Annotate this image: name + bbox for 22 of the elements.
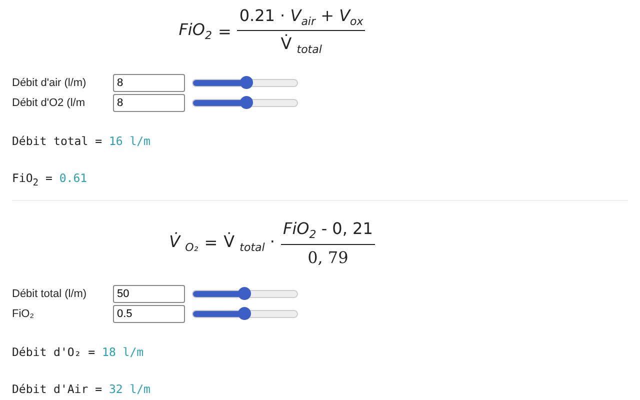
slider[interactable] [192,99,298,108]
result-label: Débit total = [12,134,104,148]
slider[interactable] [192,79,298,88]
input-field[interactable]: 50 [113,284,185,303]
field-label: Débit d'O2 (l/m [12,97,86,110]
input-field[interactable]: 8 [113,94,185,112]
slider[interactable] [192,290,298,298]
formula: FiO$_{2}$ = 0.21 · V$_{air}$ + V$_{ox}$ V̇ $_{total}$ [178,6,366,56]
result-value: 16 l/m [108,134,150,148]
input-field[interactable]: 8 [113,74,185,92]
result-value: 0.61 [59,171,88,186]
field-label: Débit total (l/m) [12,288,88,300]
formula: V̇ $_{O₂}$ = V̇ $_{total}$ · FiO$_{2}$ - 0, 21 0, 79 [169,219,375,267]
input-field[interactable]: 0.5 [113,304,185,323]
result-label: Débit d'Air = [12,382,104,396]
result-label: Débit d'O₂ = [12,344,96,359]
slider[interactable] [192,310,298,318]
result-value: 18 l/m [102,344,144,359]
result-value: 32 l/m [108,382,150,396]
field-label: FiO₂ [12,308,35,320]
result-label: FiO$_{2}$ = [12,171,54,186]
field-label: Débit d'air (l/m) [12,77,88,90]
